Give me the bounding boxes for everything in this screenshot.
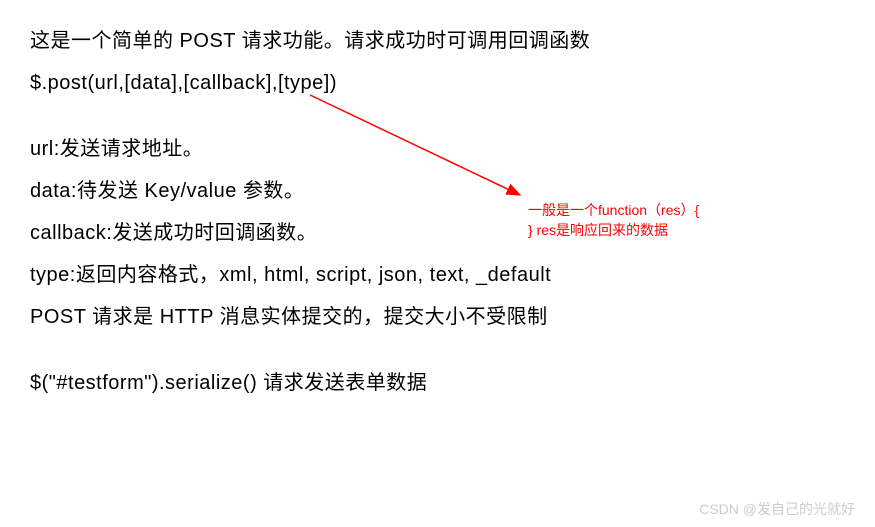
param-url: url:发送请求地址。: [30, 128, 845, 170]
annotation-line1: 一般是一个function（res）{: [528, 200, 699, 220]
param-data: data:待发送 Key/value 参数。: [30, 170, 845, 212]
syntax-text: $.post(url,[data],[callback],[type]): [30, 62, 845, 104]
intro-text: 这是一个简单的 POST 请求功能。请求成功时可调用回调函数: [30, 20, 845, 62]
serialize-text: $("#testform").serialize() 请求发送表单数据: [30, 362, 845, 404]
param-callback: callback:发送成功时回调函数。: [30, 212, 845, 254]
param-type: type:返回内容格式，xml, html, script, json, tex…: [30, 254, 845, 296]
annotation-block: 一般是一个function（res）{ } res是响应回来的数据: [528, 200, 699, 240]
watermark-text: CSDN @发自己的光就好: [699, 499, 855, 519]
annotation-line2: } res是响应回来的数据: [528, 220, 699, 240]
post-note: POST 请求是 HTTP 消息实体提交的，提交大小不受限制: [30, 296, 845, 338]
